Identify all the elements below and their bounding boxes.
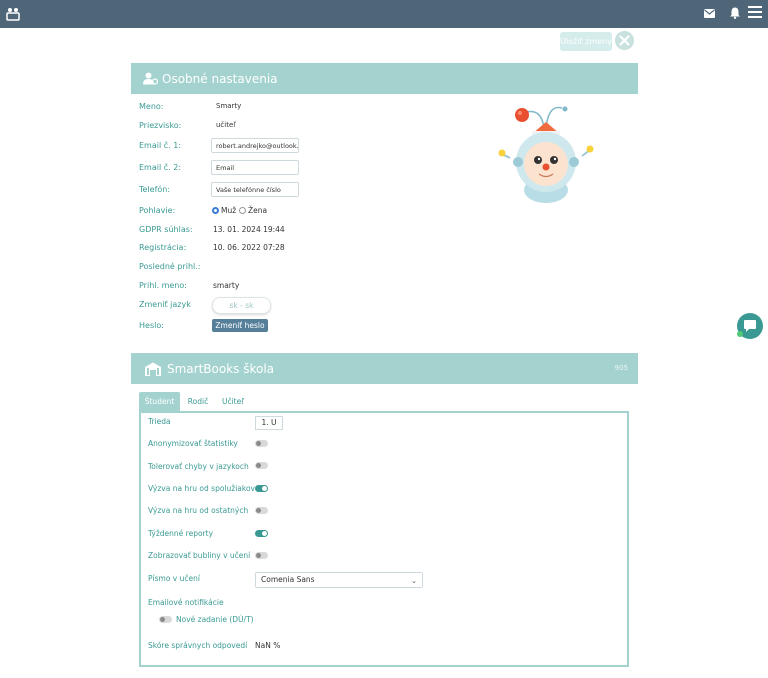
weekly-reports-toggle[interactable] <box>255 530 268 537</box>
gender-female-label: Žena <box>248 206 268 215</box>
gdpr-value: 13. 01. 2024 19:44 <box>213 225 285 234</box>
setting-label: Zobrazovať bubliny v učení <box>148 551 251 560</box>
classmates-challenge-toggle[interactable] <box>255 485 268 492</box>
score-label: Skóre správnych odpovedí <box>148 641 248 650</box>
show-bubbles-toggle[interactable] <box>255 552 268 559</box>
class-value[interactable]: 1. U <box>255 416 283 430</box>
online-status-dot <box>737 331 743 337</box>
section-title: SmartBooks škola <box>167 362 275 376</box>
gender-label: Pohlavie: <box>139 206 176 215</box>
email1-label: Email č. 1: <box>139 141 182 150</box>
password-label: Heslo: <box>139 321 164 330</box>
chevron-down-icon: ⌄ <box>411 577 417 585</box>
user-settings-icon <box>143 72 158 85</box>
school-header: SmartBooks škola 905 <box>131 353 638 384</box>
personal-settings-header: Osobné nastavenia <box>131 63 638 94</box>
font-select-value: Comenia Sans <box>261 575 315 584</box>
email-notifications-label: Emailové notifikácie <box>148 598 224 607</box>
first-name-value: Smarty <box>216 102 242 110</box>
gender-female-radio[interactable] <box>239 207 246 214</box>
save-button[interactable]: Uložiť zmeny <box>560 32 612 51</box>
school-building-icon <box>145 362 161 376</box>
font-select[interactable]: Comenia Sans ⌄ <box>255 572 423 588</box>
phone-label: Telefón: <box>139 185 171 194</box>
phone-input[interactable]: Vaše telefónne číslo <box>211 182 299 197</box>
tab-parent[interactable]: Rodič <box>183 392 213 411</box>
login-name-label: Prihl. meno: <box>139 281 187 290</box>
logo-icon[interactable] <box>6 7 20 21</box>
close-icon[interactable] <box>615 31 634 50</box>
new-task-label: Nové zadanie (DÚ/T) <box>176 615 254 624</box>
setting-label: Výzva na hru od spolužiakov <box>148 484 255 493</box>
score-value: NaN % <box>255 641 281 650</box>
login-name-value: smarty <box>213 281 240 290</box>
setting-label: Anonymizovať štatistiky <box>148 439 238 448</box>
email1-input[interactable]: robert.andrejko@outlook.com <box>211 138 299 153</box>
tab-teacher[interactable]: Učiteľ <box>216 392 250 411</box>
section-title: Osobné nastavenia <box>162 72 278 86</box>
last-name-label: Priezvisko: <box>139 121 182 130</box>
chat-button[interactable] <box>737 313 763 339</box>
registration-value: 10. 06. 2022 07:28 <box>213 243 285 252</box>
gdpr-label: GDPR súhlas: <box>139 225 193 234</box>
first-name-label: Meno: <box>139 102 164 111</box>
mail-icon[interactable] <box>704 9 715 18</box>
chat-icon <box>744 320 756 332</box>
font-label: Písmo v učení <box>148 574 200 583</box>
hamburger-menu-icon[interactable] <box>748 5 762 19</box>
others-challenge-toggle[interactable] <box>255 507 268 514</box>
class-label: Trieda <box>148 417 171 426</box>
last-login-label: Posledné prihl.: <box>139 262 201 271</box>
language-select[interactable]: sk - sk <box>212 297 271 314</box>
email2-input[interactable]: Email <box>211 160 299 175</box>
bell-icon[interactable] <box>730 7 740 19</box>
language-label: Zmeniť jazyk <box>139 300 191 309</box>
new-task-toggle[interactable] <box>159 616 172 623</box>
setting-label: Týždenné reporty <box>148 529 214 538</box>
gender-male-label: Muž <box>221 206 237 215</box>
last-name-value: učiteľ <box>216 121 236 129</box>
registration-label: Registrácia: <box>139 243 187 252</box>
setting-label: Tolerovať chyby v jazykoch <box>148 462 249 471</box>
anonymize-stats-toggle[interactable] <box>255 440 268 447</box>
school-count: 905 <box>614 364 628 372</box>
tolerate-errors-toggle[interactable] <box>255 462 268 469</box>
gender-male-radio[interactable] <box>212 207 219 214</box>
setting-label: Výzva na hru od ostatných <box>148 506 249 515</box>
tab-student[interactable]: Študent <box>139 392 180 411</box>
top-bar <box>0 0 768 28</box>
robot-mascot <box>498 106 594 203</box>
student-settings-panel <box>139 411 629 667</box>
change-password-button[interactable]: Zmeniť heslo <box>212 319 268 332</box>
email2-label: Email č. 2: <box>139 163 182 172</box>
